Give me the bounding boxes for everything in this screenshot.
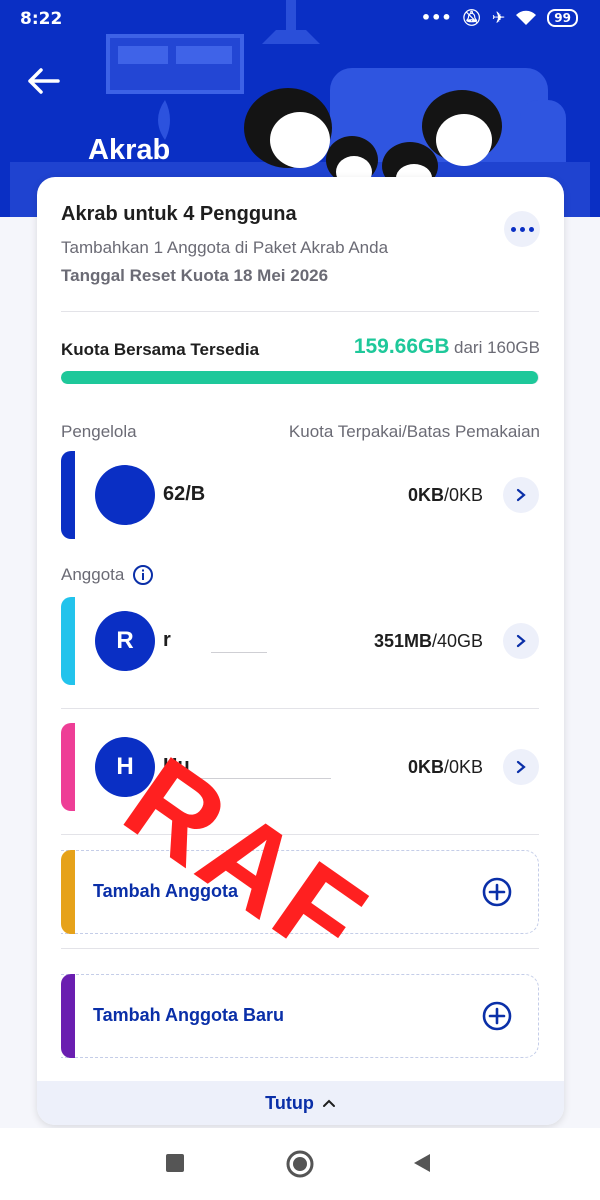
divider: [61, 311, 539, 312]
status-time: 8:22: [20, 9, 63, 29]
usage-limit: /0KB: [443, 485, 483, 505]
redacted-text-line: [201, 778, 331, 779]
mute-icon: 🔕︎: [461, 8, 482, 27]
package-title: Akrab untuk 4 Pengguna: [61, 203, 297, 225]
divider: [61, 708, 539, 709]
wifi-icon: [516, 10, 537, 25]
quota-total: dari 160GB: [454, 338, 540, 357]
manager-section-label: Pengelola: [61, 422, 137, 441]
avatar: R: [95, 611, 155, 671]
plus-circle-icon: [482, 1001, 512, 1031]
add-member-label: Tambah Anggota: [93, 881, 238, 901]
close-button[interactable]: Tutup: [37, 1081, 564, 1125]
quota-progress-bar: [61, 371, 539, 384]
members-label-text: Anggota: [61, 565, 125, 584]
members-section-label: Anggota: [61, 564, 154, 586]
usage-column-header: Kuota Terpakai/Batas Pemakaian: [288, 422, 540, 441]
avatar: H: [95, 737, 155, 797]
system-navigation-bar: [0, 1128, 600, 1200]
chevron-right-icon[interactable]: [503, 477, 539, 513]
quota-label: Kuota Bersama Tersedia: [61, 340, 260, 359]
divider: [61, 834, 539, 835]
member-usage: 0KB/0KB: [408, 757, 483, 778]
more-options-button[interactable]: [504, 211, 540, 247]
usage-used: 351MB: [373, 631, 432, 651]
manager-row[interactable]: 62/B 0KB/0KB: [61, 451, 539, 539]
usage-limit: /0KB: [443, 757, 483, 777]
member-row[interactable]: H Hu 0KB/0KB: [61, 723, 539, 811]
quota-available: 159.66GB: [353, 335, 450, 358]
usage-used: 0KB: [407, 485, 444, 505]
avatar: [95, 465, 155, 525]
row-color-strip: [61, 974, 75, 1058]
quota-progress-fill: [61, 371, 539, 384]
member-usage: 351MB/40GB: [374, 631, 483, 652]
row-color-strip: [61, 597, 75, 685]
add-new-member-label: Tambah Anggota Baru: [93, 1005, 285, 1025]
recents-icon[interactable]: [166, 1154, 184, 1172]
manager-usage: 0KB/0KB: [408, 485, 483, 506]
usage-used: 0KB: [407, 757, 444, 777]
row-color-strip: [61, 723, 75, 811]
package-subtitle: Tambahkan 1 Anggota di Paket Akrab Anda: [61, 238, 389, 257]
battery-icon: 99: [547, 8, 578, 27]
usage-limit: /40GB: [431, 631, 483, 651]
member-name: Hu: [163, 755, 190, 777]
add-member-button[interactable]: Tambah Anggota: [61, 850, 539, 934]
row-color-strip: [61, 850, 75, 934]
chevron-right-icon[interactable]: [503, 749, 539, 785]
home-icon[interactable]: [285, 1149, 315, 1179]
chevron-right-icon[interactable]: [503, 623, 539, 659]
row-color-strip: [61, 451, 75, 539]
airplane-icon: ✈: [491, 8, 506, 27]
manager-name: 62/B: [163, 483, 206, 505]
more-dots-icon: •••: [420, 8, 452, 27]
redacted-text-line: [211, 652, 267, 653]
plus-circle-icon: [482, 877, 512, 907]
divider: [61, 948, 539, 949]
quota-value: 159.66GB dari 160GB: [354, 335, 540, 359]
chevron-up-icon: [322, 1099, 335, 1107]
back-arrow-icon[interactable]: [26, 64, 60, 98]
member-name: r: [163, 629, 171, 651]
page-title: Akrab: [88, 134, 171, 166]
status-bar: 8:22 ••• 🔕︎ ✈ 99: [0, 0, 600, 38]
close-label: Tutup: [265, 1092, 314, 1113]
add-new-member-button[interactable]: Tambah Anggota Baru: [61, 974, 539, 1058]
akrab-package-card: Akrab untuk 4 Pengguna Tambahkan 1 Anggo…: [37, 177, 564, 1125]
info-icon[interactable]: [132, 564, 154, 586]
member-row[interactable]: R r 351MB/40GB: [61, 597, 539, 685]
reset-date: Tanggal Reset Kuota 18 Mei 2026: [61, 266, 329, 285]
back-triangle-icon[interactable]: [412, 1152, 432, 1174]
